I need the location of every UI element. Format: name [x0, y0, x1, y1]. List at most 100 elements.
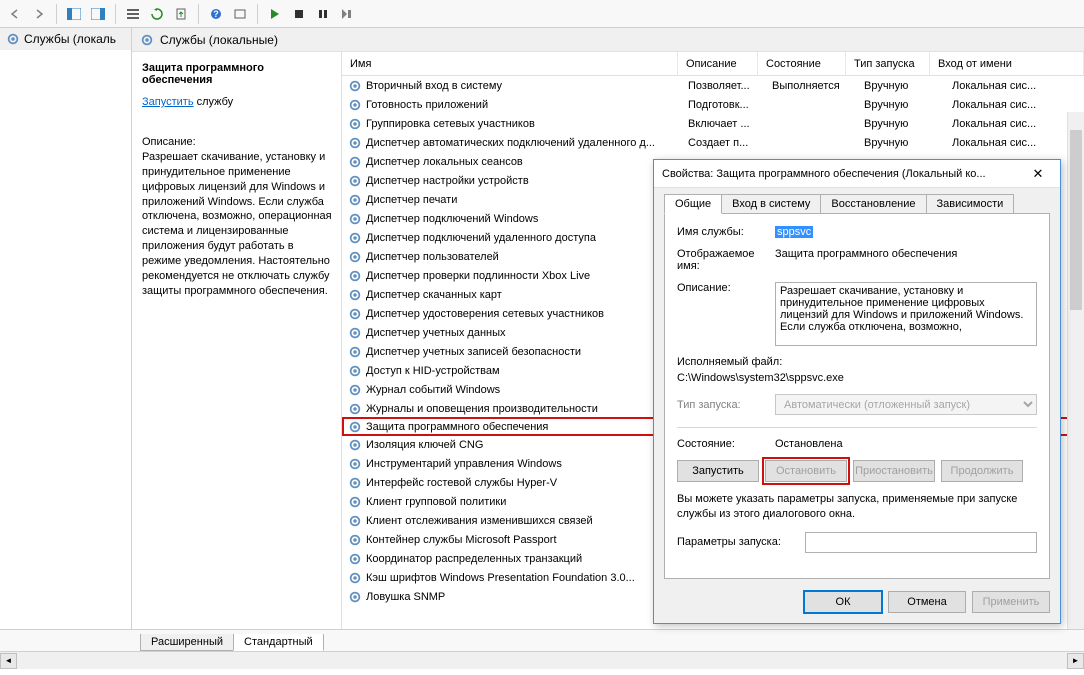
cancel-button[interactable]: Отмена — [888, 591, 966, 613]
exe-label: Исполняемый файл: — [677, 356, 1037, 368]
svc-name: Диспетчер учетных данных — [366, 327, 684, 339]
startup-select: Автоматически (отложенный запуск) — [775, 394, 1037, 415]
svc-logon: Локальная сис... — [952, 118, 1084, 130]
svc-logon: Локальная сис... — [952, 137, 1084, 149]
start-link-row: Запустить службу — [142, 96, 335, 108]
list-icon[interactable] — [122, 3, 144, 25]
service-row[interactable]: Готовность приложений Подготовк... Вручную… — [342, 95, 1084, 114]
svc-desc: Создает п... — [688, 137, 768, 149]
svc-desc: Подготовк... — [688, 99, 768, 111]
svc-name: Инструментарий управления Windows — [366, 458, 684, 470]
dispname-label: Отображаемое имя: — [677, 248, 767, 272]
svc-name: Диспетчер скачанных карт — [366, 289, 684, 301]
nav-back-icon[interactable] — [4, 3, 26, 25]
panel-icon[interactable] — [63, 3, 85, 25]
svc-name: Интерфейс гостевой службы Hyper-V — [366, 477, 684, 489]
stop-button: Остановить — [765, 460, 847, 482]
params-input[interactable] — [805, 532, 1037, 553]
svc-name: Журнал событий Windows — [366, 384, 684, 396]
dialog-titlebar: Свойства: Защита программного обеспечени… — [654, 160, 1060, 188]
tab-extended[interactable]: Расширенный — [140, 634, 234, 651]
desc-label: Описание: — [677, 282, 767, 294]
tab-standard[interactable]: Стандартный — [233, 634, 324, 651]
service-row[interactable]: Группировка сетевых участников Включает .… — [342, 114, 1084, 133]
play-icon[interactable] — [264, 3, 286, 25]
ok-button[interactable]: ОК — [804, 591, 882, 613]
svc-name: Диспетчер подключений Windows — [366, 213, 684, 225]
svc-name: Диспетчер автоматических подключений уда… — [366, 137, 684, 149]
col-name[interactable]: Имя — [342, 52, 678, 75]
svc-startup: Вручную — [864, 118, 948, 130]
svc-name: Диспетчер настройки устройств — [366, 175, 684, 187]
exe-value: C:\Windows\system32\sppsvc.exe — [677, 372, 1037, 384]
svc-name: Защита программного обеспечения — [366, 421, 684, 433]
svc-logon: Локальная сис... — [952, 99, 1084, 111]
filter-icon[interactable] — [229, 3, 251, 25]
vertical-scrollbar[interactable] — [1067, 112, 1084, 629]
svc-name: Диспетчер пользователей — [366, 251, 684, 263]
svc-name: Диспетчер печати — [366, 194, 684, 206]
apply-button: Применить — [972, 591, 1050, 613]
service-title: Защита программного обеспечения — [142, 62, 335, 86]
desc-label: Описание: — [142, 136, 335, 148]
pause-icon[interactable] — [312, 3, 334, 25]
nav-fwd-icon[interactable] — [28, 3, 50, 25]
svc-name: Диспетчер учетных записей безопасности — [366, 346, 684, 358]
svc-startup: Вручную — [864, 99, 948, 111]
service-row[interactable]: Вторичный вход в системуПозволяет...Выпо… — [342, 76, 1084, 95]
desc-text: Разрешает скачивание, установку и принуд… — [142, 150, 335, 298]
close-icon[interactable]: ✕ — [1024, 164, 1052, 184]
svc-name: Клиент отслеживания изменившихся связей — [366, 515, 684, 527]
tree-item-label: Службы (локаль — [24, 32, 116, 46]
restart-icon[interactable] — [336, 3, 358, 25]
export-icon[interactable] — [170, 3, 192, 25]
col-logon[interactable]: Вход от имени — [930, 52, 1084, 75]
svc-name: Диспетчер удостоверения сетевых участник… — [366, 308, 684, 320]
col-state[interactable]: Состояние — [758, 52, 846, 75]
svcname-value[interactable]: sppsvc — [775, 226, 813, 238]
tab-general[interactable]: Общие — [664, 194, 722, 214]
svc-desc: Включает ... — [688, 118, 768, 130]
tree-pane: Службы (локаль — [0, 28, 132, 629]
svc-name: Вторичный вход в систему — [366, 80, 684, 92]
refresh-icon[interactable] — [146, 3, 168, 25]
start-link[interactable]: Запустить — [142, 96, 194, 108]
col-startup[interactable]: Тип запуска — [846, 52, 930, 75]
start-button[interactable]: Запустить — [677, 460, 759, 482]
service-row[interactable]: Диспетчер автоматических подключений уда… — [342, 133, 1084, 152]
content-title: Службы (локальные) — [160, 33, 278, 47]
startup-label: Тип запуска: — [677, 399, 767, 411]
col-desc[interactable]: Описание — [678, 52, 758, 75]
panel2-icon[interactable] — [87, 3, 109, 25]
tab-recovery[interactable]: Восстановление — [820, 194, 926, 214]
pause-button: Приостановить — [853, 460, 935, 482]
svcname-label: Имя службы: — [677, 226, 767, 238]
tab-deps[interactable]: Зависимости — [926, 194, 1015, 214]
tab-logon[interactable]: Вход в систему — [721, 194, 821, 214]
svc-state: Выполняется — [772, 80, 860, 92]
svc-name: Кэш шрифтов Windows Presentation Foundat… — [366, 572, 684, 584]
toolbar: ? — [0, 0, 1084, 28]
horizontal-scrollbar[interactable]: ◄ ► — [0, 651, 1084, 669]
desc-textarea[interactable]: Разрешает скачивание, установку и принуд… — [775, 282, 1037, 346]
resume-button: Продолжить — [941, 460, 1023, 482]
detail-pane: Защита программного обеспечения Запустит… — [132, 52, 342, 629]
state-value: Остановлена — [775, 438, 1037, 450]
svc-startup: Вручную — [864, 80, 948, 92]
help-icon[interactable]: ? — [205, 3, 227, 25]
svg-text:?: ? — [213, 9, 219, 19]
svc-logon: Локальная сис... — [952, 80, 1084, 92]
svc-name: Готовность приложений — [366, 99, 684, 111]
content-header: Службы (локальные) — [132, 28, 1084, 52]
svc-name: Координатор распределенных транзакций — [366, 553, 684, 565]
svc-name: Диспетчер локальных сеансов — [366, 156, 684, 168]
stop-icon[interactable] — [288, 3, 310, 25]
bottom-tabs: Расширенный Стандартный — [0, 629, 1084, 651]
svc-name: Диспетчер подключений удаленного доступа — [366, 232, 684, 244]
svc-name: Группировка сетевых участников — [366, 118, 684, 130]
dispname-value: Защита программного обеспечения — [775, 248, 1037, 260]
tree-item-services[interactable]: Службы (локаль — [0, 28, 131, 50]
svc-name: Доступ к HID-устройствам — [366, 365, 684, 377]
properties-dialog: Свойства: Защита программного обеспечени… — [653, 159, 1061, 624]
dialog-title: Свойства: Защита программного обеспечени… — [662, 168, 986, 180]
